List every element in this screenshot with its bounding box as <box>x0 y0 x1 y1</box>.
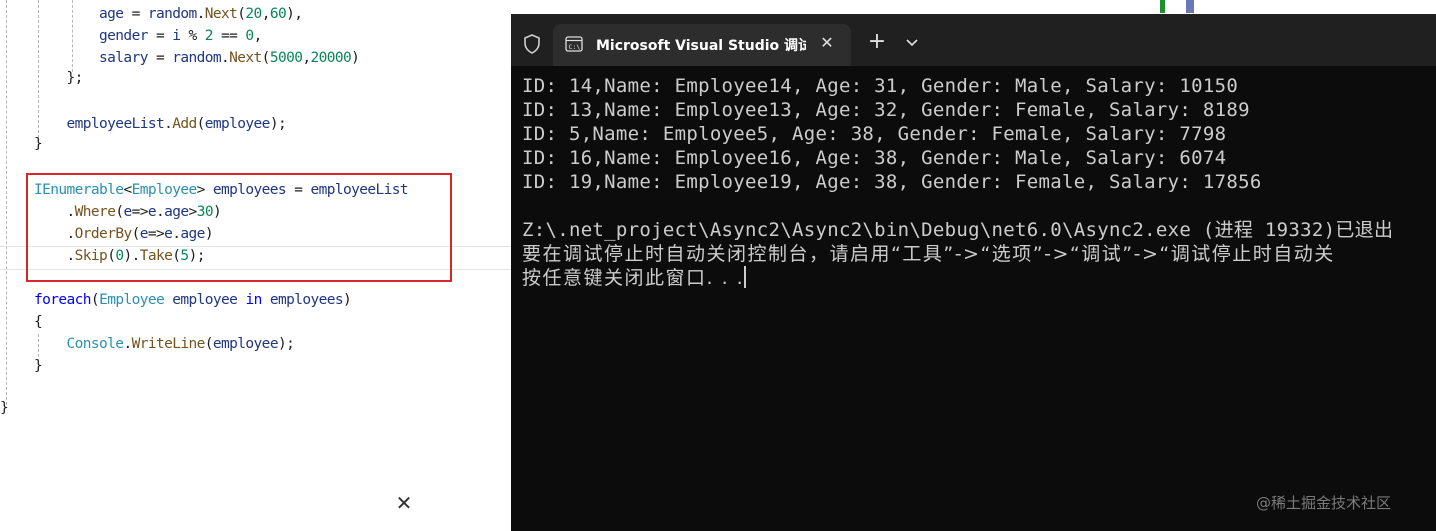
code-line: gender = i % 2 == 0, <box>34 26 262 46</box>
code-token: employeeList <box>66 116 165 132</box>
code-token: { <box>34 314 43 330</box>
close-icon[interactable]: ✕ <box>394 493 414 513</box>
console-line: ID: 16,Name: Employee16, Age: 38, Gender… <box>522 147 1227 169</box>
scroll-marker-blue <box>1186 0 1194 13</box>
code-token: }; <box>66 70 84 86</box>
close-tab-icon[interactable]: ✕ <box>817 33 837 53</box>
linq-query-highlight <box>26 173 452 282</box>
code-line: employeeList.Add(employee); <box>34 114 287 134</box>
code-token: ), <box>286 6 303 22</box>
code-token: . <box>221 50 230 66</box>
console-line: ID: 14,Name: Employee14, Age: 31, Gender… <box>522 75 1239 97</box>
code-token: foreach <box>34 292 92 308</box>
code-token: = <box>147 28 173 44</box>
console-line: ID: 5,Name: Employee5, Age: 38, Gender: … <box>522 123 1227 145</box>
code-token: 2 <box>204 28 214 44</box>
svg-text:C:\: C:\ <box>569 43 581 51</box>
code-token: ( <box>204 336 214 352</box>
code-line: salary = random.Next(5000,20000) <box>34 48 360 68</box>
code-token: WriteLine <box>131 336 206 352</box>
code-token: . <box>196 6 206 22</box>
watermark: @稀土掘金技术社区 <box>1256 494 1392 512</box>
code-token: , <box>261 6 271 22</box>
code-token: . <box>164 116 173 132</box>
code-token: 60 <box>269 6 287 22</box>
code-editor[interactable]: age = random.Next(20,60), gender = i % 2… <box>0 0 512 531</box>
code-token: gender <box>99 28 148 44</box>
code-token: employee <box>212 336 279 352</box>
console-icon: C:\ <box>565 36 583 52</box>
console-line: 要在调试停止时自动关闭控制台，请启用“工具”->“选项”->“调试”->“调试停… <box>522 243 1335 265</box>
console-line: Z:\.net_project\Async2\Async2\bin\Debug\… <box>522 219 1394 241</box>
console-line: 按任意键关闭此窗口. . . <box>522 266 747 289</box>
text-cursor <box>744 266 747 288</box>
code-token: 20 <box>245 6 262 22</box>
code-token: 5000 <box>269 50 303 66</box>
code-token: age <box>99 6 124 22</box>
code-token: . <box>123 336 132 352</box>
shield-icon[interactable] <box>523 34 541 54</box>
terminal-titlebar[interactable]: C:\ Microsoft Visual Studio 调试控制台 ✕ + <box>511 14 1436 66</box>
code-token: ) <box>343 292 352 308</box>
code-line: foreach(Employee employee in employees) <box>34 290 352 310</box>
code-token: % <box>180 28 205 44</box>
console-line: ID: 13,Name: Employee13, Age: 32, Gender… <box>522 99 1250 121</box>
code-line: { <box>34 312 43 332</box>
code-token: = <box>147 50 173 66</box>
code-token: Add <box>172 116 197 132</box>
code-line: } <box>34 356 43 376</box>
code-token: ( <box>261 50 271 66</box>
code-token: Employee <box>99 292 165 308</box>
terminal-window[interactable]: C:\ Microsoft Visual Studio 调试控制台 ✕ + ID… <box>511 14 1436 531</box>
code-token: Next <box>204 6 238 22</box>
code-line: }; <box>34 68 84 88</box>
code-token: 0 <box>245 28 254 44</box>
tab-title: Microsoft Visual Studio 调试控制台 <box>596 38 806 54</box>
code-token: ); <box>277 336 295 352</box>
code-token: == <box>212 28 246 44</box>
code-token: ) <box>351 50 360 66</box>
code-line: age = random.Next(20,60), <box>34 4 303 24</box>
code-token: = <box>123 6 148 22</box>
console-line: ID: 19,Name: Employee19, Age: 38, Gender… <box>522 171 1262 193</box>
code-token: employee <box>172 292 238 308</box>
scroll-marker-green <box>1160 0 1165 13</box>
code-token: Next <box>229 50 262 66</box>
code-token: , <box>253 28 263 44</box>
code-token: ( <box>90 292 100 308</box>
closing-brace: } <box>0 400 9 416</box>
code-token: random <box>172 50 221 66</box>
code-token: } <box>34 358 43 374</box>
code-token: } <box>34 136 43 152</box>
code-line: } <box>34 134 43 154</box>
indent-guide <box>6 0 7 405</box>
tab-debug-console[interactable]: C:\ Microsoft Visual Studio 调试控制台 ✕ <box>553 24 851 66</box>
code-token: ( <box>196 116 206 132</box>
code-token: employees <box>269 292 344 308</box>
code-token: ); <box>269 116 287 132</box>
code-line: Console.WriteLine(employee); <box>34 334 295 354</box>
code-token: in <box>245 292 262 308</box>
code-token: salary <box>99 50 148 66</box>
code-token: 20000 <box>310 50 352 66</box>
code-token: employee <box>204 116 271 132</box>
console-output[interactable]: ID: 14,Name: Employee14, Age: 31, Gender… <box>511 66 1436 531</box>
code-token: Console <box>66 336 125 352</box>
chevron-down-icon[interactable] <box>904 34 920 50</box>
new-tab-button[interactable]: + <box>867 31 887 53</box>
code-token: random <box>147 6 197 22</box>
